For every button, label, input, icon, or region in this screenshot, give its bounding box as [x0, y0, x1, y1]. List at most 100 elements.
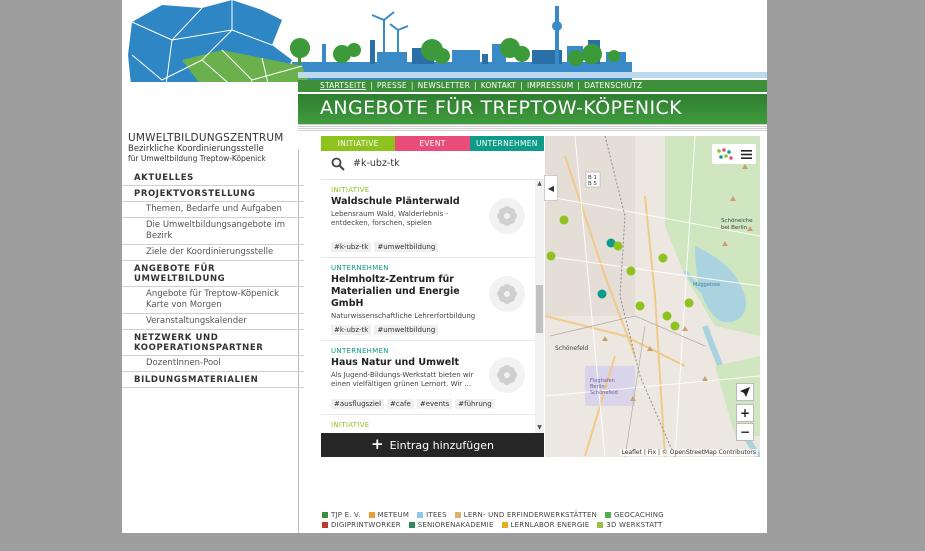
- dots-logo-icon: [716, 148, 733, 160]
- sidebar-item-bildungsmaterialien[interactable]: BILDUNGSMATERIALIEN: [122, 372, 304, 388]
- entry-tag[interactable]: #k-ubz-tk: [331, 242, 372, 252]
- entry-tag[interactable]: #ausflugsziel: [331, 399, 385, 409]
- logo-subtitle-2: für Umweltbildung Treptow-Köpenick: [128, 154, 266, 163]
- legend-item[interactable]: METEUM: [368, 511, 410, 519]
- legend-item[interactable]: TJP E. V.: [322, 511, 361, 519]
- entry-type: UNTERNEHMEN: [331, 347, 389, 355]
- logo-title: UMWELTBILDUNGSZENTRUM: [128, 132, 284, 144]
- partner-legend: TJP E. V. METEUM ITEES LERN- UND ERFINDE…: [322, 511, 762, 531]
- location-arrow-icon: [740, 387, 750, 397]
- sidebar-subitem-ziele[interactable]: Ziele der Koordinierungsstelle: [122, 245, 304, 261]
- entry-tag[interactable]: #k-ubz-tk: [331, 325, 372, 335]
- nav-startseite[interactable]: STARTSEITE: [320, 81, 366, 90]
- legend-item[interactable]: GEOCACHING: [605, 511, 664, 519]
- add-entry-button[interactable]: + Eintrag hinzufügen: [321, 433, 544, 457]
- map-menu-button[interactable]: [712, 144, 756, 164]
- sidebar-subitem-themen[interactable]: Themen, Bedarfe und Aufgaben: [122, 202, 304, 218]
- entry-thumbnail: [489, 357, 525, 393]
- entry-type: UNTERNEHMEN: [331, 264, 389, 272]
- list-item[interactable]: INITIATIVE Waldschule Plänterwald Lebens…: [321, 180, 544, 258]
- tab-initiative[interactable]: INITIATIVE: [321, 136, 396, 151]
- svg-text:Schönefeld: Schönefeld: [590, 390, 618, 396]
- sidebar-navigation: AKTUELLES PROJEKTVORSTELLUNG Themen, Bed…: [122, 170, 304, 388]
- category-tabs: INITIATIVE EVENT UNTERNEHMEN: [321, 136, 544, 151]
- tab-unternehmen[interactable]: UNTERNEHMEN: [469, 136, 544, 151]
- legend-item[interactable]: DIGIPRINTWORKER: [322, 521, 401, 529]
- entry-tag[interactable]: #umweltbildung: [374, 325, 439, 335]
- nav-impressum[interactable]: IMPRESSUM: [527, 81, 573, 90]
- sidebar-item-netzwerk[interactable]: NETZWERK UND KOOPERATIONSPARTNER: [122, 330, 304, 356]
- map-label-schoeneiche: Schöneiche: [721, 218, 753, 224]
- scroll-down-arrow-icon[interactable]: ▼: [535, 424, 544, 433]
- entry-thumbnail: [489, 276, 525, 312]
- entry-description: Lebensraum Wald, Walderlebnis - entdecke…: [331, 210, 448, 227]
- map-tiles: B 1 B 5 Schöneiche bei Berlin Schönefeld…: [545, 136, 760, 457]
- nav-kontakt[interactable]: KONTAKT: [481, 81, 516, 90]
- entry-name: Helmholtz-Zentrum für Materialien und En…: [331, 274, 460, 309]
- list-item[interactable]: UNTERNEHMEN Helmholtz-Zentrum für Materi…: [321, 258, 544, 341]
- flower-icon: [497, 365, 517, 385]
- sidebar-subitem-karte[interactable]: Angebote für Treptow-Köpenick Karte von …: [122, 287, 304, 314]
- search-icon: [331, 157, 345, 171]
- map-widget: INITIATIVE EVENT UNTERNEHMEN INITIATIVE …: [321, 136, 760, 457]
- decorative-stripes: [298, 124, 767, 132]
- logo-subtitle: Bezirkliche Koordinierungsstelle: [128, 144, 264, 154]
- entry-description: Als Jugend-Bildungs-Werkstatt bieten wir…: [331, 371, 474, 388]
- collapse-sidebar-button[interactable]: ◀: [544, 175, 558, 201]
- locate-button[interactable]: [736, 383, 754, 401]
- sidebar-subitem-angebote-bezirk[interactable]: Die Umweltbildungsangebote im Bezirk: [122, 218, 304, 245]
- tab-event[interactable]: EVENT: [395, 136, 470, 151]
- legend-item[interactable]: ITEES: [417, 511, 447, 519]
- map-attribution[interactable]: Leaflet | Fix | © OpenStreetMap Contribu…: [619, 449, 758, 456]
- legend-item[interactable]: LERN- UND ERFINDERWERKSTÄTTEN: [454, 511, 597, 519]
- plus-icon: +: [371, 435, 384, 453]
- entry-type: INITIATIVE: [331, 421, 370, 429]
- entry-description: Naturwissenschaftliche Lehrerfortbildung: [331, 312, 476, 320]
- header-skyline-image: [122, 0, 767, 82]
- list-item[interactable]: INITIATIVE: [321, 415, 544, 433]
- entry-name: Haus Natur und Umwelt: [331, 357, 460, 368]
- search-bar: [321, 151, 544, 180]
- flower-icon: [497, 206, 517, 226]
- entry-tag[interactable]: #führung: [455, 399, 495, 409]
- nav-newsletter[interactable]: NEWSLETTER: [418, 81, 470, 90]
- chevron-left-icon: ◀: [547, 183, 555, 193]
- sidebar-item-angebote[interactable]: ANGEBOTE FÜR UMWELTBILDUNG: [122, 261, 304, 287]
- legend-row-1: TJP E. V. METEUM ITEES LERN- UND ERFINDE…: [322, 511, 762, 519]
- hamburger-menu-icon: [741, 149, 753, 159]
- entry-tag[interactable]: #cafe: [387, 399, 414, 409]
- list-item[interactable]: UNTERNEHMEN Haus Natur und Umwelt Als Ju…: [321, 341, 544, 415]
- search-input[interactable]: [353, 158, 533, 169]
- nav-presse[interactable]: PRESSE: [377, 81, 407, 90]
- nav-datenschutz[interactable]: DATENSCHUTZ: [584, 81, 642, 90]
- map-view[interactable]: B 1 B 5 Schöneiche bei Berlin Schönefeld…: [545, 136, 760, 457]
- svg-text:bei Berlin: bei Berlin: [721, 225, 748, 231]
- map-label-schoenefeld: Schönefeld: [555, 345, 589, 352]
- legend-row-2: DIGIPRINTWORKER SENIORENAKADEMIE LERNLAB…: [322, 521, 762, 529]
- svg-text:B 5: B 5: [588, 181, 598, 187]
- entry-tag[interactable]: #events: [416, 399, 453, 409]
- entry-thumbnail: [489, 198, 525, 234]
- map-label-mueggelsee: Müggelsee: [693, 282, 720, 288]
- legend-item[interactable]: 3D WERKSTATT: [597, 521, 662, 529]
- legend-item[interactable]: SENIORENAKADEMIE: [408, 521, 494, 529]
- zoom-in-button[interactable]: +: [736, 404, 754, 422]
- sidebar-subitem-kalender[interactable]: Veranstaltungskalender: [122, 314, 304, 330]
- page: STARTSEITE | PRESSE | NEWSLETTER | KONTA…: [122, 0, 767, 533]
- legend-item[interactable]: LERNLABOR ENERGIE: [501, 521, 590, 529]
- list-scrollbar[interactable]: ▲ ▼: [535, 180, 544, 433]
- scrollbar-thumb[interactable]: [536, 285, 543, 333]
- sidebar-item-aktuelles[interactable]: AKTUELLES: [122, 170, 304, 186]
- results-list: INITIATIVE Waldschule Plänterwald Lebens…: [321, 180, 544, 433]
- zoom-out-button[interactable]: −: [736, 423, 754, 441]
- scroll-up-arrow-icon[interactable]: ▲: [535, 180, 544, 189]
- sidebar-item-projektvorstellung[interactable]: PROJEKTVORSTELLUNG: [122, 186, 304, 202]
- logo-text[interactable]: UMWELTBILDUNGSZENTRUM Bezirkliche Koordi…: [128, 132, 298, 163]
- entry-type: INITIATIVE: [331, 186, 370, 194]
- page-title: ANGEBOTE FÜR TREPTOW-KÖPENICK: [320, 97, 683, 119]
- entry-tag[interactable]: #umweltbildung: [374, 242, 439, 252]
- top-navigation: STARTSEITE | PRESSE | NEWSLETTER | KONTA…: [298, 80, 767, 92]
- add-entry-label: Eintrag hinzufügen: [389, 438, 494, 452]
- entry-name: Waldschule Plänterwald: [331, 196, 460, 207]
- sidebar-subitem-dozentinnen[interactable]: DozentInnen-Pool: [122, 356, 304, 372]
